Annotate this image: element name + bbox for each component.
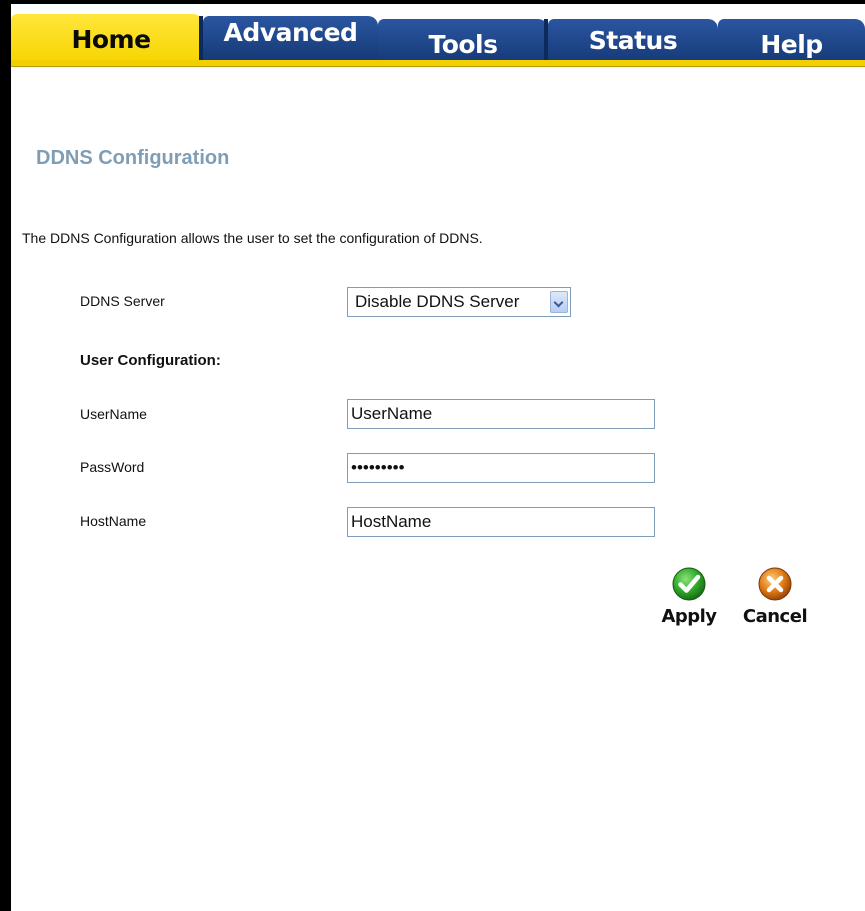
tab-advanced[interactable]: Advanced [199,16,378,60]
chevron-down-icon[interactable] [550,291,568,313]
apply-label: Apply [661,606,717,627]
tab-advanced-label: Advanced [223,18,358,47]
tab-underline [11,60,865,67]
tab-tools[interactable]: Tools [378,19,548,63]
username-label: UserName [80,406,147,422]
hostname-label: HostName [80,513,147,529]
tab-home-label: Home [71,25,151,54]
ddns-server-label: DDNS Server [80,293,165,309]
ddns-server-select[interactable]: Disable DDNS Server [347,287,571,317]
tab-home[interactable]: Home [11,14,203,64]
tab-status[interactable]: Status [544,19,718,63]
password-label: PassWord [80,459,145,475]
tab-status-label: Status [588,26,678,55]
check-circle-icon [672,567,706,601]
tab-help[interactable]: Help [718,19,865,63]
user-configuration-heading: User Configuration: [80,352,221,369]
apply-button[interactable]: Apply [653,566,725,627]
username-field[interactable] [347,399,655,429]
hostname-field[interactable] [347,507,655,537]
page-title: DDNS Configuration [36,147,230,169]
x-circle-icon [758,567,792,601]
page-description: The DDNS Configuration allows the user t… [22,230,483,246]
cancel-label: Cancel [742,606,808,627]
top-nav: Home Advanced Tools Status Help [11,4,865,65]
cancel-button[interactable]: Cancel [739,566,811,627]
ddns-server-selected-value: Disable DDNS Server [355,292,520,311]
password-field[interactable] [347,453,655,483]
